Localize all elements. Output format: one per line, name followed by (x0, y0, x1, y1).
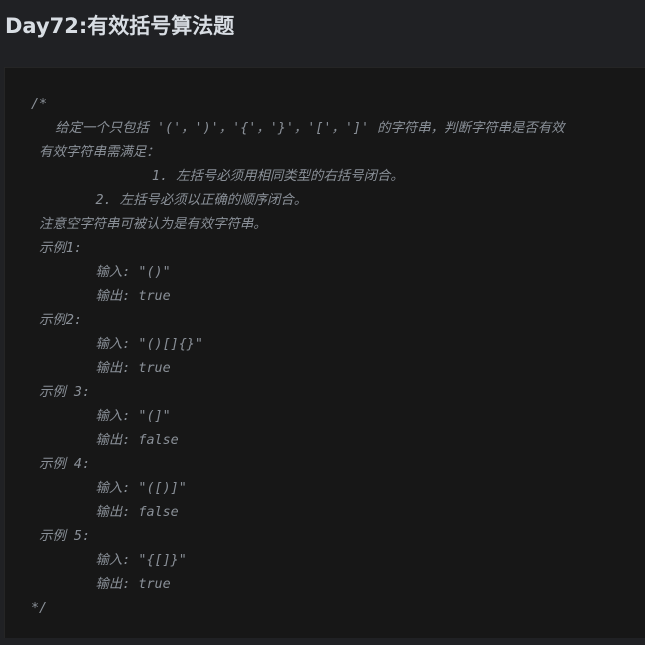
code-line: 示例 4: (31, 457, 91, 472)
code-line: 示例1: (31, 241, 82, 256)
code-line: 输入: "([)]" (31, 481, 187, 496)
code-line: 示例2: (31, 313, 82, 328)
code-lines: /* 给定一个只包括 '('，')'，'{'，'}'，'['，']' 的字符串，… (31, 93, 565, 621)
code-line: 输入: "()" (31, 265, 171, 280)
page-title: Day72:有效括号算法题 (5, 14, 235, 38)
code-line: */ (31, 601, 48, 616)
article-page: Day72:有效括号算法题 /* 给定一个只包括 '('，')'，'{'，'}'… (0, 0, 645, 645)
code-line: 示例 5: (31, 529, 91, 544)
code-line: 输入: "{[]}" (31, 553, 187, 568)
code-line: 给定一个只包括 '('，')'，'{'，'}'，'['，']' 的字符串，判断字… (31, 121, 565, 136)
code-line: 输入: "()[]{}" (31, 337, 203, 352)
code-line: 注意空字符串可被认为是有效字符串。 (31, 217, 267, 232)
code-line: 2. 左括号必须以正确的顺序闭合。 (31, 193, 308, 208)
code-line: 输出: true (31, 289, 171, 304)
code-line: 示例 3: (31, 385, 91, 400)
code-line: /* (31, 97, 48, 112)
code-line: 输入: "(]" (31, 409, 171, 424)
code-line: 输出: false (31, 433, 179, 448)
code-line: 有效字符串需满足： (31, 145, 160, 160)
code-line: 输出: false (31, 505, 179, 520)
code-line: 输出: true (31, 361, 171, 376)
code-line: 1. 左括号必须用相同类型的右括号闭合。 (31, 169, 404, 184)
code-block: /* 给定一个只包括 '('，')'，'{'，'}'，'['，']' 的字符串，… (4, 67, 645, 638)
code-line: 输出: true (31, 577, 171, 592)
